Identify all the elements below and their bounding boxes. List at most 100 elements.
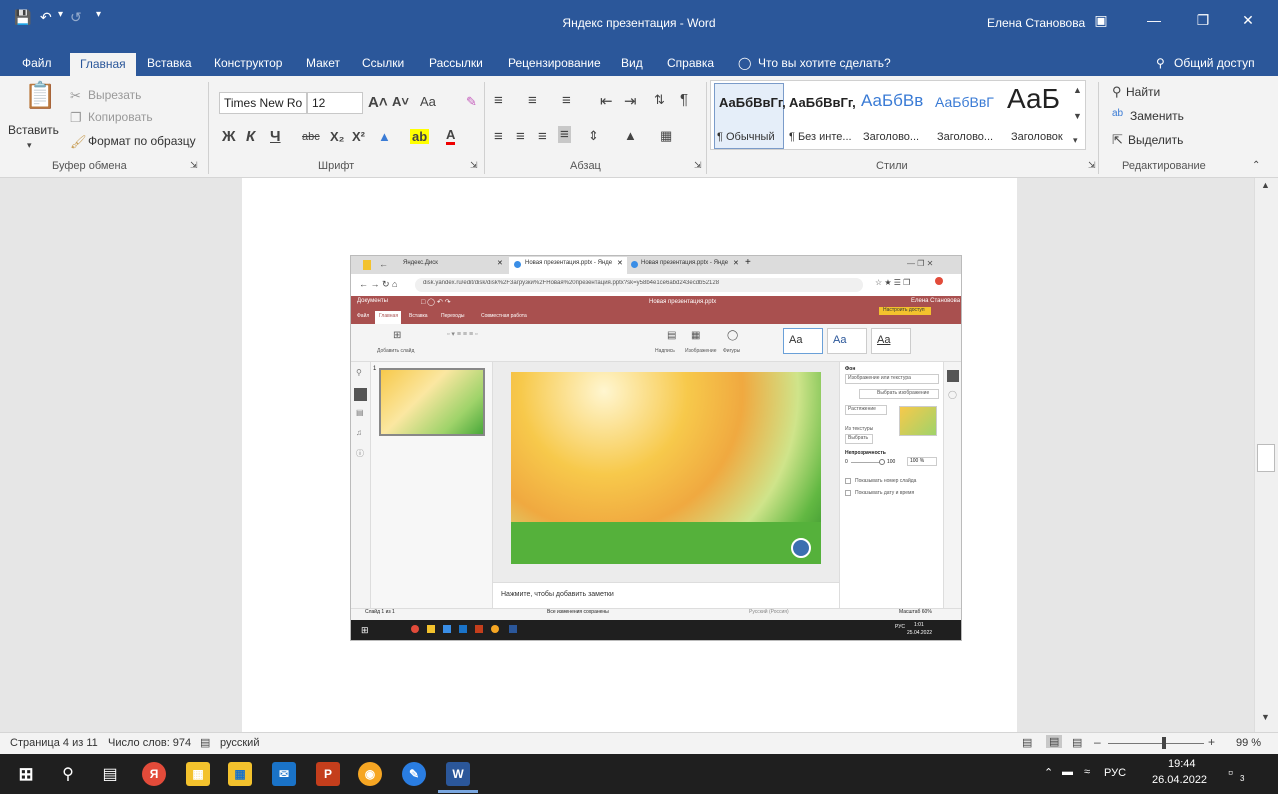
browser-extension-icons[interactable]: ☆ ★ ☰ ❐ xyxy=(875,278,910,287)
sort-icon[interactable]: ⇅ xyxy=(654,92,665,108)
pen-app-icon[interactable]: ✎ xyxy=(402,762,426,786)
style-preview[interactable]: АаБбВв xyxy=(861,91,923,111)
tab-home[interactable]: Главная xyxy=(70,53,136,76)
scroll-up-icon[interactable]: ▲ xyxy=(1261,180,1270,190)
increase-indent-icon[interactable]: ⇥ xyxy=(624,92,637,110)
cut-button[interactable]: Вырезать xyxy=(88,88,141,102)
align-right-icon[interactable]: ≡ xyxy=(538,128,547,145)
zoom-out-icon[interactable]: – xyxy=(1094,735,1101,749)
comments-icon[interactable]: ▤ xyxy=(356,408,364,417)
powerpoint-icon[interactable]: P xyxy=(316,762,340,786)
opacity-slider-thumb[interactable] xyxy=(879,459,885,465)
battery-icon[interactable]: ▬ xyxy=(1062,766,1073,778)
font-launcher-icon[interactable]: ⇲ xyxy=(470,160,478,171)
ribbon-display-icon[interactable]: ▣ xyxy=(1087,12,1115,32)
embedded-yandex-icon[interactable] xyxy=(411,625,419,633)
right-rail-icons[interactable]: ◯ xyxy=(948,390,957,399)
language-indicator[interactable]: русский xyxy=(220,737,259,749)
collapse-ribbon-icon[interactable]: ⌃ xyxy=(1252,160,1260,171)
decrease-indent-icon[interactable]: ⇤ xyxy=(600,92,613,110)
tab-view[interactable]: Вид xyxy=(621,56,643,70)
textbox-icon[interactable]: ▤ xyxy=(667,330,676,341)
images-label[interactable]: Изображение xyxy=(685,348,717,354)
styles-launcher-icon[interactable]: ⇲ xyxy=(1088,160,1096,171)
new-tab-icon[interactable]: + xyxy=(745,257,751,268)
tell-me-box[interactable]: Что вы хотите сделать? xyxy=(758,56,891,70)
replace-icon[interactable]: ab xyxy=(1112,108,1123,119)
text-effects-icon[interactable]: ▲ xyxy=(378,129,391,144)
tab-layout[interactable]: Макет xyxy=(306,56,340,70)
input-language[interactable]: РУС xyxy=(1104,767,1126,779)
show-marks-icon[interactable]: ¶ xyxy=(680,91,688,108)
add-slide-label[interactable]: Добавить слайд xyxy=(377,348,414,354)
mail-icon[interactable]: ✉ xyxy=(272,762,296,786)
shapes-label[interactable]: Фигуры xyxy=(723,348,740,354)
embedded-screenshot[interactable]: ← Яндекс.Диск ✕ Новая презентация.pptx -… xyxy=(350,255,962,641)
paste-button[interactable]: Вставить xyxy=(8,123,59,137)
style-preview[interactable]: АаБбВвГ xyxy=(935,94,994,110)
multilevel-list-icon[interactable]: ≡ xyxy=(562,92,571,109)
slide-main[interactable] xyxy=(511,372,821,564)
search-icon[interactable]: ⚲ xyxy=(56,762,80,786)
font-size-box[interactable]: 12 xyxy=(307,92,363,114)
embedded-app-icon[interactable] xyxy=(427,625,435,633)
shapes-icon[interactable]: ◯ xyxy=(727,330,738,341)
tab-insert[interactable]: Вставка xyxy=(147,56,192,70)
format-painter-button[interactable]: Формат по образцу xyxy=(88,134,196,148)
menu-collaboration[interactable]: Совместная работа xyxy=(481,313,527,319)
cut-icon[interactable]: ✂ xyxy=(70,88,81,104)
header-tool-icons[interactable]: □ ◯ ↶ ↷ xyxy=(421,298,451,306)
format-painter-icon[interactable]: 🖌 xyxy=(70,134,87,150)
back-icon[interactable]: ← xyxy=(379,259,388,269)
find-button[interactable]: Найти xyxy=(1126,85,1160,99)
close-tab-icon[interactable]: ✕ xyxy=(497,259,503,267)
share-button[interactable]: Общий доступ xyxy=(1174,56,1255,70)
browser-tab-1[interactable]: Яндекс.Диск xyxy=(403,260,438,266)
paste-dropdown-icon[interactable]: ▾ xyxy=(27,140,32,151)
scroll-down-icon[interactable]: ▼ xyxy=(1261,712,1270,722)
chrome-icon[interactable]: ◉ xyxy=(358,762,382,786)
user-name[interactable]: Елена Становова xyxy=(987,16,1085,30)
copy-icon[interactable]: ❐ xyxy=(70,110,82,126)
shading-icon[interactable]: ▲ xyxy=(624,128,637,143)
tray-chevron-icon[interactable]: ⌃ xyxy=(1044,766,1053,779)
shrink-font-icon[interactable]: A˅ xyxy=(392,94,409,109)
slide-thumbnail[interactable] xyxy=(379,368,485,436)
zoom-slider[interactable] xyxy=(1108,743,1204,744)
align-left-icon[interactable]: ≡ xyxy=(494,128,503,145)
close-tab-icon[interactable]: ✕ xyxy=(617,259,623,267)
read-mode-icon[interactable]: ▤ xyxy=(1022,736,1032,749)
zoom-in-icon[interactable]: + xyxy=(1208,735,1215,749)
select-icon[interactable]: ⇱ xyxy=(1112,132,1123,148)
change-case-icon[interactable]: Aa xyxy=(420,94,436,109)
embedded-app-icon[interactable] xyxy=(459,625,467,633)
slides-panel-icon[interactable] xyxy=(354,388,367,401)
browser-tab-3[interactable]: Новая презентация.pptx - Янде xyxy=(641,260,728,266)
slide-settings-icon[interactable] xyxy=(947,370,959,382)
embedded-user[interactable]: Елена Становова xyxy=(911,298,960,304)
add-slide-icon[interactable]: ⊞ xyxy=(393,330,401,341)
strikethrough-button[interactable]: abc xyxy=(302,131,320,143)
window-controls-icon[interactable]: — ❐ ✕ xyxy=(907,259,933,268)
caption-label[interactable]: Надпись xyxy=(655,348,675,354)
tab-references[interactable]: Ссылки xyxy=(362,56,404,70)
clear-formatting-icon[interactable]: ✎ xyxy=(466,94,477,110)
store-icon[interactable]: ▦ xyxy=(186,762,210,786)
styles-scroll-down-icon[interactable]: ▼ xyxy=(1073,111,1082,121)
copy-button[interactable]: Копировать xyxy=(88,110,153,124)
font-color-icon[interactable]: A xyxy=(446,128,456,145)
show-number-checkbox[interactable] xyxy=(845,478,851,484)
line-spacing-icon[interactable]: ⇕ xyxy=(588,128,599,144)
zoom-slider-thumb[interactable] xyxy=(1162,737,1166,749)
menu-file[interactable]: Файл xyxy=(357,313,369,319)
web-layout-icon[interactable]: ▤ xyxy=(1072,736,1082,749)
find-icon[interactable]: ⚲ xyxy=(1112,84,1122,100)
style-preview[interactable]: АаБбВвГг, xyxy=(789,95,856,110)
numbering-icon[interactable]: ≡ xyxy=(528,92,537,109)
close-tab-icon[interactable]: ✕ xyxy=(733,259,739,267)
nav-icons[interactable]: ← → ↻ ⌂ xyxy=(359,279,397,290)
embedded-app-icon[interactable] xyxy=(443,625,451,633)
font-name-box[interactable]: Times New Ro xyxy=(219,92,307,114)
browser-tab-2[interactable]: Новая презентация.pptx - Янде xyxy=(525,260,612,266)
yandex-browser-icon[interactable]: Я xyxy=(142,762,166,786)
